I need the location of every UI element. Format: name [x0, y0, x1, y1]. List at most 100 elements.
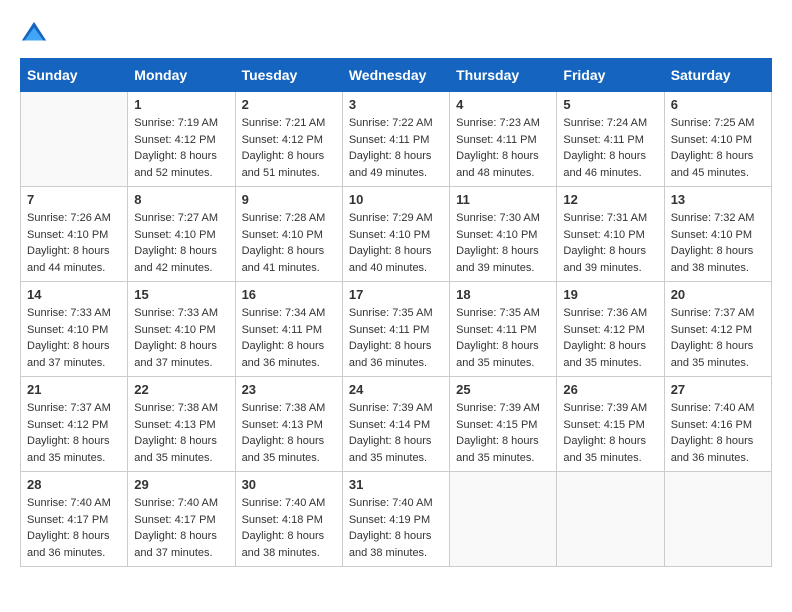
day-number: 29: [134, 477, 228, 492]
day-number: 25: [456, 382, 550, 397]
calendar-week-row: 21 Sunrise: 7:37 AM Sunset: 4:12 PM Dayli…: [21, 377, 772, 472]
day-info: Sunrise: 7:37 AM Sunset: 4:12 PM Dayligh…: [27, 400, 121, 466]
day-number: 21: [27, 382, 121, 397]
day-info: Sunrise: 7:31 AM Sunset: 4:10 PM Dayligh…: [563, 210, 657, 276]
day-info: Sunrise: 7:22 AM Sunset: 4:11 PM Dayligh…: [349, 115, 443, 181]
day-info: Sunrise: 7:40 AM Sunset: 4:17 PM Dayligh…: [134, 495, 228, 561]
calendar-cell: 8 Sunrise: 7:27 AM Sunset: 4:10 PM Daylig…: [128, 187, 235, 282]
day-number: 9: [242, 192, 336, 207]
day-number: 26: [563, 382, 657, 397]
day-info: Sunrise: 7:40 AM Sunset: 4:17 PM Dayligh…: [27, 495, 121, 561]
calendar-header-wednesday: Wednesday: [342, 59, 449, 92]
day-info: Sunrise: 7:26 AM Sunset: 4:10 PM Dayligh…: [27, 210, 121, 276]
calendar-header-friday: Friday: [557, 59, 664, 92]
day-info: Sunrise: 7:27 AM Sunset: 4:10 PM Dayligh…: [134, 210, 228, 276]
day-info: Sunrise: 7:33 AM Sunset: 4:10 PM Dayligh…: [134, 305, 228, 371]
calendar-cell: 30 Sunrise: 7:40 AM Sunset: 4:18 PM Dayli…: [235, 472, 342, 567]
calendar-cell: 7 Sunrise: 7:26 AM Sunset: 4:10 PM Daylig…: [21, 187, 128, 282]
calendar-header-tuesday: Tuesday: [235, 59, 342, 92]
calendar-cell: 16Sunrise: 7:34 AM Sunset: 4:11 PM Dayli…: [235, 282, 342, 377]
calendar-header-thursday: Thursday: [450, 59, 557, 92]
day-info: Sunrise: 7:23 AM Sunset: 4:11 PM Dayligh…: [456, 115, 550, 181]
calendar-week-row: 1 Sunrise: 7:19 AM Sunset: 4:12 PM Daylig…: [21, 92, 772, 187]
day-number: 5: [563, 97, 657, 112]
day-number: 22: [134, 382, 228, 397]
day-number: 11: [456, 192, 550, 207]
day-info: Sunrise: 7:35 AM Sunset: 4:11 PM Dayligh…: [349, 305, 443, 371]
day-number: 12: [563, 192, 657, 207]
day-number: 7: [27, 192, 121, 207]
calendar-cell: 12 Sunrise: 7:31 AM Sunset: 4:10 PM Dayli…: [557, 187, 664, 282]
calendar-cell: 11 Sunrise: 7:30 AM Sunset: 4:10 PM Dayli…: [450, 187, 557, 282]
calendar-cell: [450, 472, 557, 567]
calendar-cell: 19 Sunrise: 7:36 AM Sunset: 4:12 PM Dayli…: [557, 282, 664, 377]
calendar-cell: 15 Sunrise: 7:33 AM Sunset: 4:10 PM Dayli…: [128, 282, 235, 377]
day-number: 20: [671, 287, 765, 302]
calendar-cell: 24 Sunrise: 7:39 AM Sunset: 4:14 PM Dayli…: [342, 377, 449, 472]
calendar-cell: 20 Sunrise: 7:37 AM Sunset: 4:12 PM Dayli…: [664, 282, 771, 377]
day-info: Sunrise: 7:39 AM Sunset: 4:14 PM Dayligh…: [349, 400, 443, 466]
day-info: Sunrise: 7:39 AM Sunset: 4:15 PM Dayligh…: [563, 400, 657, 466]
day-info: Sunrise: 7:40 AM Sunset: 4:19 PM Dayligh…: [349, 495, 443, 561]
day-info: Sunrise: 7:40 AM Sunset: 4:18 PM Dayligh…: [242, 495, 336, 561]
day-number: 1: [134, 97, 228, 112]
calendar-cell: 17Sunrise: 7:35 AM Sunset: 4:11 PM Dayli…: [342, 282, 449, 377]
day-info: Sunrise: 7:25 AM Sunset: 4:10 PM Dayligh…: [671, 115, 765, 181]
day-number: 14: [27, 287, 121, 302]
calendar-cell: 21 Sunrise: 7:37 AM Sunset: 4:12 PM Dayli…: [21, 377, 128, 472]
day-info: Sunrise: 7:40 AM Sunset: 4:16 PM Dayligh…: [671, 400, 765, 466]
calendar-cell: 3 Sunrise: 7:22 AM Sunset: 4:11 PM Daylig…: [342, 92, 449, 187]
day-number: 16: [242, 287, 336, 302]
day-info: Sunrise: 7:35 AM Sunset: 4:11 PM Dayligh…: [456, 305, 550, 371]
day-info: Sunrise: 7:38 AM Sunset: 4:13 PM Dayligh…: [242, 400, 336, 466]
calendar-cell: 29 Sunrise: 7:40 AM Sunset: 4:17 PM Dayli…: [128, 472, 235, 567]
day-number: 19: [563, 287, 657, 302]
day-info: Sunrise: 7:28 AM Sunset: 4:10 PM Dayligh…: [242, 210, 336, 276]
day-number: 30: [242, 477, 336, 492]
day-number: 27: [671, 382, 765, 397]
day-info: Sunrise: 7:37 AM Sunset: 4:12 PM Dayligh…: [671, 305, 765, 371]
calendar-cell: 14 Sunrise: 7:33 AM Sunset: 4:10 PM Dayli…: [21, 282, 128, 377]
day-number: 24: [349, 382, 443, 397]
day-number: 4: [456, 97, 550, 112]
calendar-cell: 6 Sunrise: 7:25 AM Sunset: 4:10 PM Daylig…: [664, 92, 771, 187]
calendar-cell: 25 Sunrise: 7:39 AM Sunset: 4:15 PM Dayli…: [450, 377, 557, 472]
day-number: 18: [456, 287, 550, 302]
calendar-week-row: 7 Sunrise: 7:26 AM Sunset: 4:10 PM Daylig…: [21, 187, 772, 282]
day-number: 23: [242, 382, 336, 397]
day-info: Sunrise: 7:39 AM Sunset: 4:15 PM Dayligh…: [456, 400, 550, 466]
day-info: Sunrise: 7:19 AM Sunset: 4:12 PM Dayligh…: [134, 115, 228, 181]
calendar-cell: 18 Sunrise: 7:35 AM Sunset: 4:11 PM Dayli…: [450, 282, 557, 377]
day-number: 31: [349, 477, 443, 492]
day-info: Sunrise: 7:32 AM Sunset: 4:10 PM Dayligh…: [671, 210, 765, 276]
calendar-cell: 13Sunrise: 7:32 AM Sunset: 4:10 PM Dayli…: [664, 187, 771, 282]
calendar-cell: 9 Sunrise: 7:28 AM Sunset: 4:10 PM Daylig…: [235, 187, 342, 282]
calendar-week-row: 28Sunrise: 7:40 AM Sunset: 4:17 PM Dayli…: [21, 472, 772, 567]
calendar-cell: 2Sunrise: 7:21 AM Sunset: 4:12 PM Daylig…: [235, 92, 342, 187]
day-info: Sunrise: 7:38 AM Sunset: 4:13 PM Dayligh…: [134, 400, 228, 466]
calendar-header-monday: Monday: [128, 59, 235, 92]
calendar-cell: 26 Sunrise: 7:39 AM Sunset: 4:15 PM Dayli…: [557, 377, 664, 472]
day-number: 15: [134, 287, 228, 302]
day-info: Sunrise: 7:33 AM Sunset: 4:10 PM Dayligh…: [27, 305, 121, 371]
calendar-cell: [664, 472, 771, 567]
day-info: Sunrise: 7:29 AM Sunset: 4:10 PM Dayligh…: [349, 210, 443, 276]
calendar-cell: 5Sunrise: 7:24 AM Sunset: 4:11 PM Daylig…: [557, 92, 664, 187]
day-info: Sunrise: 7:30 AM Sunset: 4:10 PM Dayligh…: [456, 210, 550, 276]
day-number: 6: [671, 97, 765, 112]
logo-icon: [20, 20, 48, 48]
calendar-cell: [557, 472, 664, 567]
day-number: 3: [349, 97, 443, 112]
calendar-cell: 22 Sunrise: 7:38 AM Sunset: 4:13 PM Dayli…: [128, 377, 235, 472]
calendar-cell: 23 Sunrise: 7:38 AM Sunset: 4:13 PM Dayli…: [235, 377, 342, 472]
day-number: 2: [242, 97, 336, 112]
calendar-cell: 28Sunrise: 7:40 AM Sunset: 4:17 PM Dayli…: [21, 472, 128, 567]
logo: [20, 20, 50, 48]
day-number: 8: [134, 192, 228, 207]
calendar-week-row: 14 Sunrise: 7:33 AM Sunset: 4:10 PM Dayli…: [21, 282, 772, 377]
day-info: Sunrise: 7:36 AM Sunset: 4:12 PM Dayligh…: [563, 305, 657, 371]
calendar-cell: 31 Sunrise: 7:40 AM Sunset: 4:19 PM Dayli…: [342, 472, 449, 567]
calendar-header-row: SundayMondayTuesdayWednesdayThursdayFrid…: [21, 59, 772, 92]
calendar-header-sunday: Sunday: [21, 59, 128, 92]
calendar-cell: [21, 92, 128, 187]
